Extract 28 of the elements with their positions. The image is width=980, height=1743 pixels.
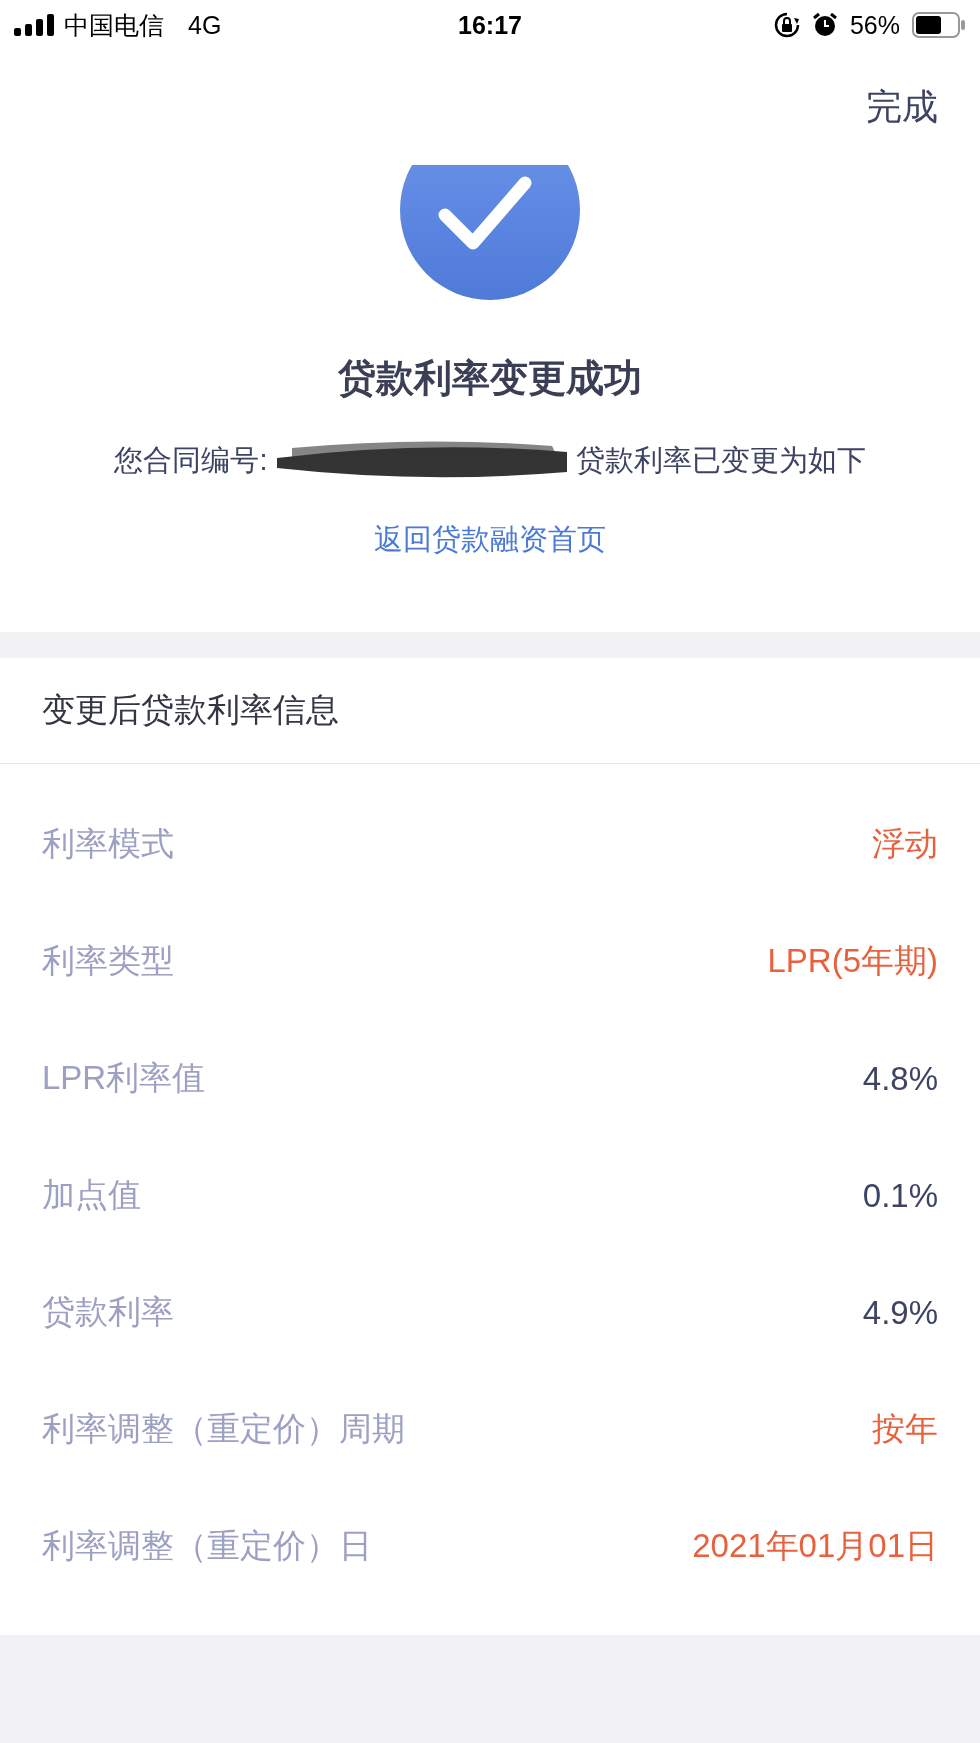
alarm-icon bbox=[811, 12, 838, 38]
battery-percent: 56% bbox=[849, 10, 900, 40]
field-value: 按年 bbox=[872, 1409, 938, 1449]
contract-message: 您合同编号: bbox=[114, 443, 268, 478]
success-title: 贷款利率变更成功 bbox=[337, 356, 643, 401]
back-home-link[interactable]: 返回贷款融资首页 bbox=[374, 520, 606, 560]
rotation-lock-icon bbox=[773, 12, 800, 38]
carrier-name: 中国电信 bbox=[64, 9, 164, 41]
field-value: 4.8% bbox=[862, 1059, 938, 1098]
field-label: 贷款利率 bbox=[42, 1292, 174, 1332]
network-type: 4G bbox=[188, 10, 222, 40]
contract-message: 贷款利率已变更为如下 bbox=[575, 443, 866, 478]
done-button[interactable]: 完成 bbox=[866, 83, 938, 132]
field-label: LPR利率值 bbox=[42, 1058, 206, 1098]
section-title: 变更后贷款利率信息 bbox=[0, 658, 980, 764]
status-time: 16:17 bbox=[458, 10, 522, 40]
field-value: 0.1% bbox=[862, 1176, 938, 1215]
field-label: 利率调整（重定价）周期 bbox=[42, 1409, 405, 1449]
field-label: 利率模式 bbox=[42, 824, 174, 864]
field-value: LPR(5年期) bbox=[767, 941, 938, 981]
field-label: 利率调整（重定价）日 bbox=[42, 1526, 372, 1566]
field-value: 4.9% bbox=[862, 1293, 938, 1332]
signal-icon bbox=[14, 14, 56, 36]
field-value: 2021年01月01日 bbox=[692, 1526, 938, 1566]
battery-icon bbox=[912, 12, 966, 38]
field-label: 加点值 bbox=[42, 1175, 141, 1215]
field-label: 利率类型 bbox=[42, 941, 174, 981]
field-value: 浮动 bbox=[872, 824, 938, 864]
